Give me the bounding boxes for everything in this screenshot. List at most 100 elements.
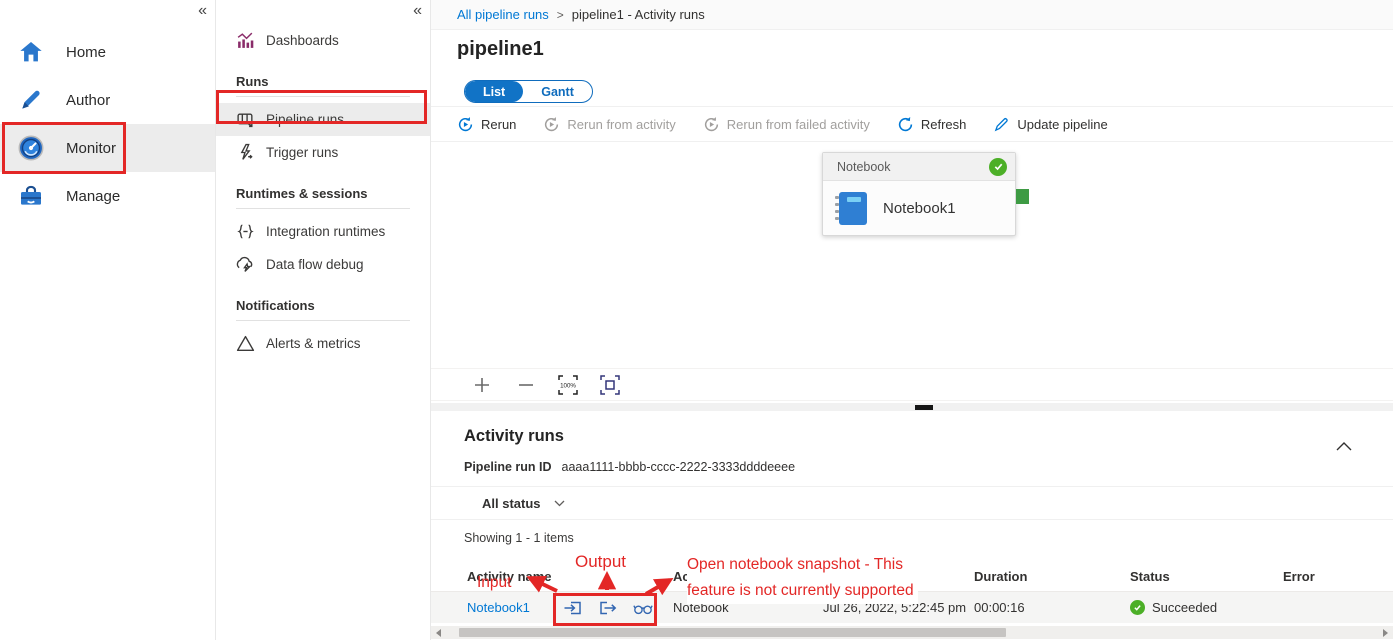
scroll-left-arrow-icon[interactable] xyxy=(436,629,441,637)
sidebar-item-label: Home xyxy=(66,44,106,61)
node-success-check-icon xyxy=(989,158,1007,176)
nav-section-runs: Runs xyxy=(216,74,430,97)
nav-item-data-flow-debug[interactable]: Data flow debug xyxy=(216,248,430,281)
collapse-left-sidebar-icon[interactable]: « xyxy=(198,2,207,20)
breadcrumb-separator: > xyxy=(557,8,564,22)
zoom-reset-button[interactable]: 100% xyxy=(557,374,579,396)
nav-item-dashboards[interactable]: Dashboards xyxy=(216,24,430,57)
notebook-activity-node[interactable]: Notebook Notebook1 xyxy=(822,152,1016,236)
integration-runtimes-icon xyxy=(236,222,255,241)
chevron-down-icon xyxy=(554,500,565,507)
rerun-from-activity-icon xyxy=(543,116,560,133)
rerun-from-activity-label: Rerun from activity xyxy=(567,117,675,132)
rerun-button[interactable]: Rerun xyxy=(457,116,516,133)
sidebar-item-monitor[interactable]: Monitor xyxy=(0,124,215,172)
gantt-view-tab[interactable]: Gantt xyxy=(523,81,592,102)
col-status[interactable]: Status xyxy=(1130,569,1283,584)
status-text: Succeeded xyxy=(1152,600,1217,615)
node-header: Notebook xyxy=(823,153,1015,181)
nav-section-notifications: Notifications xyxy=(216,298,430,321)
collapse-nav-sidebar-icon[interactable]: « xyxy=(413,2,422,20)
manage-toolbox-icon xyxy=(18,183,44,209)
author-pencil-icon xyxy=(18,87,44,113)
update-pipeline-button[interactable]: Update pipeline xyxy=(993,116,1107,133)
nav-item-label: Integration runtimes xyxy=(266,224,385,239)
refresh-icon xyxy=(897,116,914,133)
nav-section-runtimes: Runtimes & sessions xyxy=(216,186,430,209)
main-content: All pipeline runs > pipeline1 - Activity… xyxy=(431,0,1393,640)
chevron-up-icon xyxy=(1336,442,1352,451)
refresh-button[interactable]: Refresh xyxy=(897,116,967,133)
duration-cell: 00:00:16 xyxy=(974,600,1130,615)
status-filter-dropdown[interactable]: All status xyxy=(482,496,565,511)
refresh-label: Refresh xyxy=(921,117,967,132)
node-body: Notebook1 xyxy=(823,181,1015,235)
row-action-icons xyxy=(563,599,673,617)
node-output-connector[interactable] xyxy=(1016,189,1029,204)
nav-item-integration-runtimes[interactable]: Integration runtimes xyxy=(216,215,430,248)
sidebar-item-author[interactable]: Author xyxy=(0,76,215,124)
zoom-fit-button[interactable] xyxy=(599,374,621,396)
output-icon[interactable] xyxy=(598,599,618,617)
activity-runs-heading: Activity runs xyxy=(464,427,564,446)
home-icon xyxy=(18,39,44,65)
panel-resize-handle[interactable] xyxy=(915,405,933,410)
showing-count: Showing 1 - 1 items xyxy=(464,531,574,545)
status-cell: Succeeded xyxy=(1130,600,1283,615)
scrollbar-thumb[interactable] xyxy=(459,628,1006,637)
svg-text:100%: 100% xyxy=(560,383,576,390)
update-pipeline-label: Update pipeline xyxy=(1017,117,1107,132)
zoom-out-button[interactable] xyxy=(515,374,537,396)
section-title: Notifications xyxy=(236,298,410,313)
sidebar-item-label: Manage xyxy=(66,188,120,205)
toolbar: Rerun Rerun from activity Rerun from fai… xyxy=(457,107,1108,141)
activity-name-link[interactable]: Notebook1 xyxy=(467,600,530,615)
activity-runs-panel: Activity runs Pipeline run ID aaaa1111-b… xyxy=(431,411,1393,640)
list-view-tab[interactable]: List xyxy=(465,81,523,102)
zoom-fit-icon xyxy=(600,375,620,395)
succeeded-check-icon xyxy=(1130,600,1145,615)
sidebar-item-manage[interactable]: Manage xyxy=(0,172,215,220)
nav-item-trigger-runs[interactable]: Trigger runs xyxy=(216,136,430,169)
horizontal-scrollbar[interactable] xyxy=(431,626,1393,639)
input-icon[interactable] xyxy=(563,599,583,617)
notebook-snapshot-glasses-icon[interactable] xyxy=(633,599,653,617)
nav-item-alerts-metrics[interactable]: Alerts & metrics xyxy=(216,327,430,360)
zoom-out-icon xyxy=(517,376,535,394)
panel-resize-track xyxy=(431,403,1393,411)
zoom-in-icon xyxy=(473,376,491,394)
col-activity-type[interactable]: Ac xyxy=(673,569,823,584)
activity-type-cell: Notebook xyxy=(673,600,823,615)
table-row: Notebook1 xyxy=(431,591,1393,623)
col-error[interactable]: Error xyxy=(1283,569,1393,584)
collapse-panel-button[interactable] xyxy=(1336,439,1352,454)
section-title: Runtimes & sessions xyxy=(236,186,410,201)
rerun-from-failed-activity-label: Rerun from failed activity xyxy=(727,117,870,132)
rerun-from-activity-button[interactable]: Rerun from activity xyxy=(543,116,675,133)
scroll-right-arrow-icon[interactable] xyxy=(1383,629,1388,637)
rerun-label: Rerun xyxy=(481,117,516,132)
nav-item-pipeline-runs[interactable]: Pipeline runs xyxy=(216,103,430,136)
rerun-icon xyxy=(457,116,474,133)
divider xyxy=(431,519,1393,520)
nav-item-label: Pipeline runs xyxy=(266,112,344,127)
nav-item-label: Alerts & metrics xyxy=(266,336,361,351)
activity-runs-table: Activity name Ac Duration Status Error N… xyxy=(431,561,1393,623)
monitor-nav-sidebar: « Dashboards Runs Pipeline runs xyxy=(216,0,431,640)
pipeline-canvas[interactable]: Notebook Notebook1 xyxy=(431,142,1393,368)
col-activity-name[interactable]: Activity name xyxy=(431,569,563,584)
pipeline-run-id-label: Pipeline run ID xyxy=(464,460,552,474)
breadcrumb: All pipeline runs > pipeline1 - Activity… xyxy=(431,0,1393,30)
sidebar-item-home[interactable]: Home xyxy=(0,28,215,76)
rerun-from-failed-activity-button[interactable]: Rerun from failed activity xyxy=(703,116,870,133)
run-start-cell: Jul 26, 2022, 5:22:45 pm xyxy=(823,600,974,615)
col-duration[interactable]: Duration xyxy=(974,569,1130,584)
sidebar-item-label: Monitor xyxy=(66,140,116,157)
zoom-in-button[interactable] xyxy=(471,374,493,396)
dashboards-icon xyxy=(236,31,255,50)
table-header-row: Activity name Ac Duration Status Error xyxy=(431,561,1393,591)
breadcrumb-all-pipeline-runs-link[interactable]: All pipeline runs xyxy=(457,7,549,22)
zoom-100-icon: 100% xyxy=(558,375,578,395)
pipeline-run-id-row: Pipeline run ID aaaa1111-bbbb-cccc-2222-… xyxy=(464,460,795,474)
notebook-icon xyxy=(839,192,867,225)
